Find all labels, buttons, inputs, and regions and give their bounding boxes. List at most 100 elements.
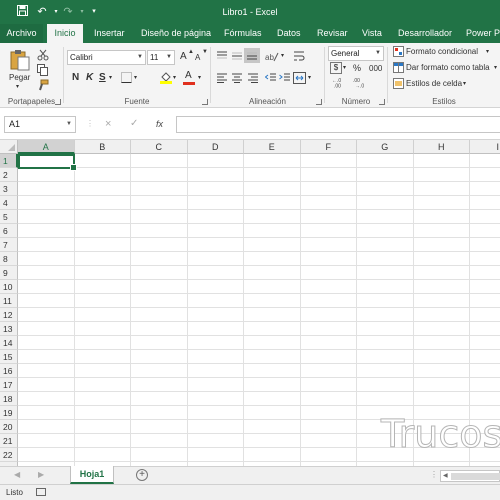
row-header-21[interactable]: 21 [0, 434, 18, 448]
bold-button[interactable]: N [72, 72, 79, 83]
align-top-icon[interactable] [216, 51, 228, 63]
tab-vista[interactable]: Vista [362, 24, 382, 43]
row-header-11[interactable]: 11 [0, 294, 18, 308]
grow-font-button[interactable]: A [180, 51, 187, 62]
row-header-5[interactable]: 5 [0, 210, 18, 224]
cancel-entry-icon[interactable]: × [105, 118, 111, 130]
name-box[interactable]: A1 ▼ [4, 116, 76, 133]
row-header-17[interactable]: 17 [0, 378, 18, 392]
formula-input[interactable] [176, 116, 500, 133]
font-name-select[interactable]: Calibri ▼ [67, 50, 146, 65]
font-color-dropdown-icon[interactable]: ▾ [198, 74, 201, 81]
row-header-9[interactable]: 9 [0, 266, 18, 280]
borders-icon[interactable] [121, 72, 132, 85]
row-header-15[interactable]: 15 [0, 350, 18, 364]
conditional-formatting-icon[interactable] [393, 46, 404, 59]
align-right-icon[interactable] [247, 73, 259, 85]
tab-power-pivot[interactable]: Power Pi [466, 24, 500, 43]
percent-style-button[interactable]: % [353, 63, 361, 73]
clipboard-launcher-icon[interactable] [55, 99, 61, 105]
number-format-select[interactable]: General ▼ [328, 46, 384, 61]
orientation-dropdown-icon[interactable]: ▾ [281, 52, 284, 59]
copy-icon[interactable] [37, 64, 51, 78]
insert-function-icon[interactable]: fx [156, 119, 163, 129]
row-header-7[interactable]: 7 [0, 238, 18, 252]
scroll-left-icon[interactable]: ◀ [443, 472, 448, 479]
paste-button[interactable]: Pegar [9, 73, 30, 82]
confirm-entry-icon[interactable]: ✓ [130, 118, 138, 129]
alignment-launcher-icon[interactable] [316, 99, 322, 105]
currency-format-icon[interactable]: $ [330, 62, 342, 74]
merge-center-icon[interactable] [293, 72, 306, 86]
decrease-decimal-icon[interactable]: .00 →.0 [353, 77, 369, 90]
formula-bar-splitter-icon[interactable]: ⋮ [86, 119, 94, 128]
paste-dropdown-icon[interactable]: ▾ [16, 83, 19, 90]
column-header-b[interactable]: B [74, 140, 131, 154]
decrease-indent-icon[interactable] [264, 73, 277, 85]
cell-styles-icon[interactable] [393, 78, 404, 91]
horizontal-scrollbar[interactable]: ◀ [440, 470, 500, 482]
tab-datos[interactable]: Datos [277, 24, 301, 43]
comma-style-button[interactable]: 000 [369, 64, 382, 73]
row-header-14[interactable]: 14 [0, 336, 18, 350]
conditional-formatting-button[interactable]: Formato condicional [406, 47, 478, 56]
scroll-sheets-left-icon[interactable]: ◀ [14, 470, 20, 479]
tab-splitter-icon[interactable]: ⋮ [430, 470, 438, 479]
row-header-12[interactable]: 12 [0, 308, 18, 322]
cell-styles-button[interactable]: Estilos de celda [406, 79, 462, 88]
column-header-a[interactable]: A [18, 140, 75, 154]
row-header-10[interactable]: 10 [0, 280, 18, 294]
row-header-20[interactable]: 20 [0, 420, 18, 434]
font-size-select[interactable]: 11 ▼ [147, 50, 175, 65]
row-header-2[interactable]: 2 [0, 168, 18, 182]
horizontal-scroll-thumb[interactable] [451, 473, 500, 480]
add-sheet-icon[interactable]: + [136, 469, 148, 481]
tab-desarrollador[interactable]: Desarrollador [398, 24, 452, 43]
row-header-8[interactable]: 8 [0, 252, 18, 266]
cell-styles-dropdown-icon[interactable]: ▾ [463, 80, 466, 87]
tab-insertar[interactable]: Insertar [94, 24, 125, 43]
align-left-icon[interactable] [216, 73, 228, 85]
format-as-table-button[interactable]: Dar formato como tabla [406, 63, 490, 72]
row-header-3[interactable]: 3 [0, 182, 18, 196]
borders-dropdown-icon[interactable]: ▾ [134, 74, 137, 81]
font-launcher-icon[interactable] [202, 99, 208, 105]
orientation-icon[interactable]: ab [265, 50, 279, 64]
conditional-formatting-dropdown-icon[interactable]: ▾ [486, 48, 489, 55]
align-center-icon[interactable] [231, 73, 243, 85]
wrap-text-icon[interactable] [293, 50, 305, 64]
currency-dropdown-icon[interactable]: ▾ [343, 64, 346, 71]
scroll-sheets-right-icon[interactable]: ▶ [38, 470, 44, 479]
fill-color-icon[interactable] [160, 71, 172, 86]
column-header-i[interactable]: I [470, 140, 500, 154]
align-bottom-button[interactable] [244, 48, 260, 63]
italic-button[interactable]: K [86, 72, 93, 83]
row-header-4[interactable]: 4 [0, 196, 18, 210]
format-as-table-icon[interactable] [393, 62, 404, 75]
column-header-h[interactable]: H [413, 140, 470, 154]
row-header-6[interactable]: 6 [0, 224, 18, 238]
column-header-d[interactable]: D [187, 140, 244, 154]
sheet-tab-hoja1[interactable]: Hoja1 [70, 466, 114, 484]
shrink-font-button[interactable]: A [195, 53, 200, 62]
increase-decimal-icon[interactable]: ←.0.00 [332, 77, 348, 90]
column-header-f[interactable]: F [300, 140, 357, 154]
paste-icon[interactable] [10, 49, 30, 73]
tab-formulas[interactable]: Fórmulas [224, 24, 262, 43]
tab-diseno-de-pagina[interactable]: Diseño de página [141, 24, 211, 43]
increase-indent-icon[interactable] [279, 73, 291, 85]
macro-recording-icon[interactable] [36, 488, 46, 496]
underline-dropdown-icon[interactable]: ▾ [109, 74, 112, 81]
format-as-table-dropdown-icon[interactable]: ▾ [494, 64, 497, 71]
row-header-1[interactable]: 1 [0, 154, 18, 168]
select-all-corner[interactable] [0, 140, 18, 154]
row-header-13[interactable]: 13 [0, 322, 18, 336]
font-color-button[interactable]: A [185, 70, 192, 81]
tab-inicio[interactable]: Inicio [47, 24, 83, 43]
column-header-c[interactable]: C [131, 140, 188, 154]
row-header-22[interactable]: 22 [0, 448, 18, 462]
row-header-16[interactable]: 16 [0, 364, 18, 378]
format-painter-icon[interactable] [37, 79, 49, 93]
underline-button[interactable]: S [99, 72, 106, 83]
row-header-18[interactable]: 18 [0, 392, 18, 406]
